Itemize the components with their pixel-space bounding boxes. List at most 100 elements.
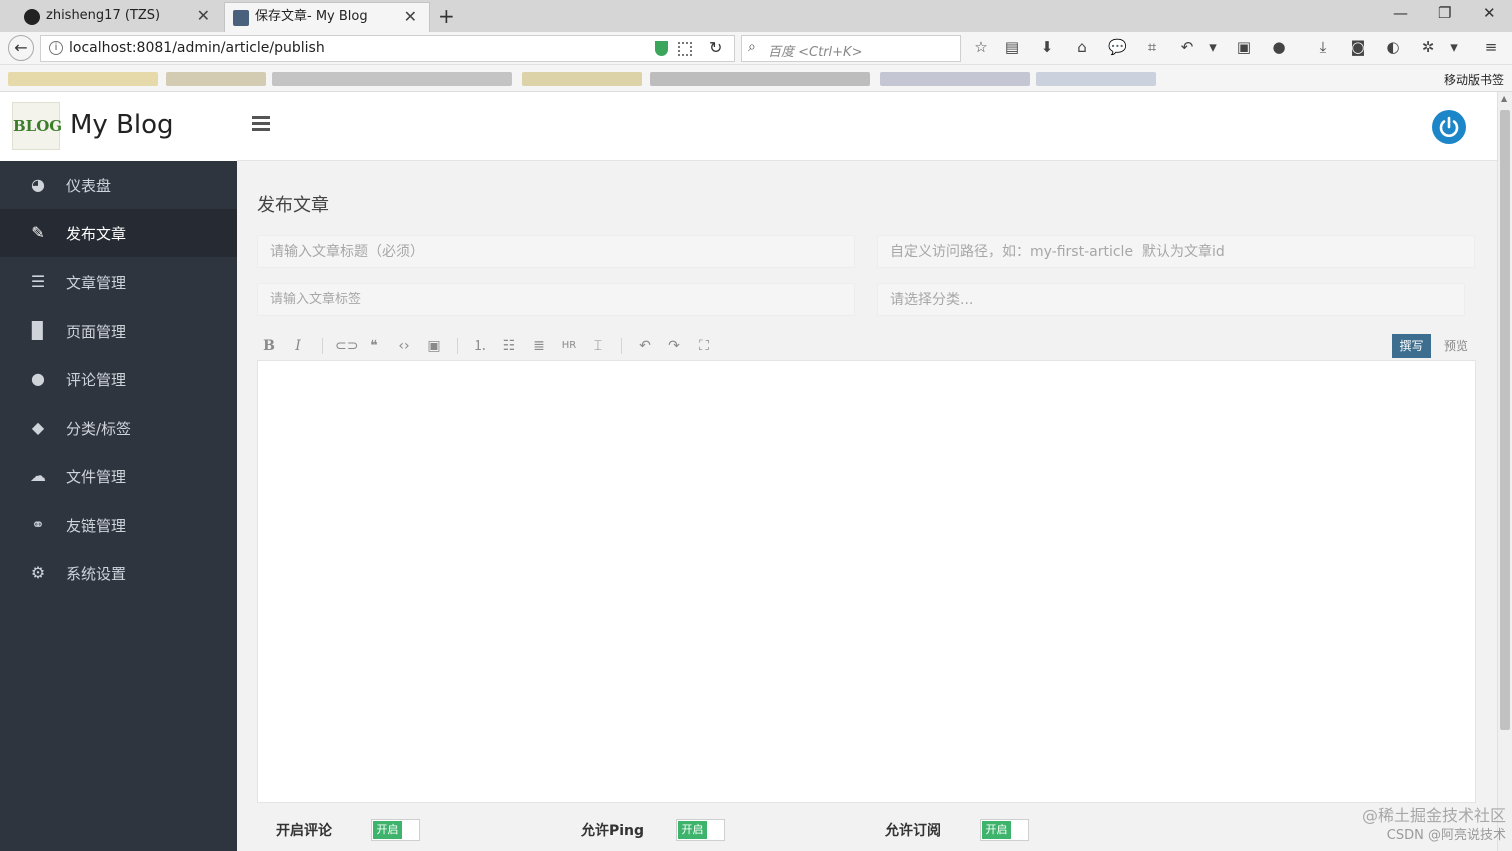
qr-code-icon[interactable] xyxy=(678,42,692,56)
watermark-line-1: @稀土掘金技术社区 xyxy=(1361,806,1506,825)
download-icon[interactable]: ⬇ xyxy=(1038,38,1056,56)
sidebar-item-comments[interactable]: ● 评论管理 xyxy=(0,355,237,403)
undo-icon[interactable]: ↶ xyxy=(1178,38,1196,56)
slug-input[interactable] xyxy=(878,236,1474,267)
scroll-up-icon[interactable]: ▲ xyxy=(1501,94,1507,103)
image-icon[interactable]: ▣ xyxy=(424,336,444,356)
allow-ping-label: 允许Ping xyxy=(581,823,645,839)
heading-icon[interactable]: ≣ xyxy=(529,336,549,356)
scroll-thumb[interactable] xyxy=(1500,110,1510,730)
comments-icon: ● xyxy=(31,369,45,388)
toolbar-divider xyxy=(322,338,323,354)
new-tab-button[interactable]: + xyxy=(438,4,455,28)
chevron-down-icon[interactable]: ▾ xyxy=(1204,38,1222,56)
shield-icon[interactable] xyxy=(655,41,668,56)
reload-icon[interactable]: ↻ xyxy=(709,38,722,57)
category-input[interactable] xyxy=(878,284,1464,315)
allow-feed-label: 允许订阅 xyxy=(885,823,941,839)
url-text[interactable]: localhost:8081/admin/article/publish xyxy=(69,40,325,56)
sidebar-item-settings[interactable]: ⚙ 系统设置 xyxy=(0,549,237,597)
bookmark-star-icon[interactable]: ☆ xyxy=(972,38,990,56)
unordered-list-icon[interactable]: ☷ xyxy=(499,336,519,356)
bookmark-item[interactable] xyxy=(650,72,870,86)
menu-toggle-icon[interactable] xyxy=(252,116,270,132)
close-icon[interactable]: ✕ xyxy=(197,2,210,30)
bookmark-item[interactable] xyxy=(1036,72,1156,86)
window-close-button[interactable]: ✕ xyxy=(1483,4,1496,22)
power-icon[interactable] xyxy=(1432,110,1466,144)
adblock-icon[interactable]: ● xyxy=(1270,38,1288,56)
tags-input[interactable] xyxy=(258,284,854,315)
sidebar-item-publish[interactable]: ✎ 发布文章 xyxy=(0,209,237,257)
reading-list-icon[interactable]: ▤ xyxy=(1003,38,1021,56)
title-input[interactable] xyxy=(258,236,854,267)
mask-icon[interactable]: ◙ xyxy=(1349,38,1367,56)
sidebar-item-articles[interactable]: ☰ 文章管理 xyxy=(0,258,237,306)
download-arrow-icon[interactable]: ⤓ xyxy=(1314,38,1332,56)
allow-ping-switch[interactable]: 开启 xyxy=(676,819,725,841)
browser-tab-active[interactable]: 保存文章- My Blog ✕ xyxy=(224,2,430,32)
link-icon[interactable]: ⊂⊃ xyxy=(335,336,358,356)
italic-icon[interactable]: I xyxy=(288,336,308,356)
bold-icon[interactable]: B xyxy=(259,336,279,356)
github-icon xyxy=(24,9,40,25)
gear-icon: ⚙ xyxy=(30,563,46,582)
reader-icon[interactable]: ▣ xyxy=(1235,38,1253,56)
info-icon[interactable]: i xyxy=(49,41,63,55)
back-button[interactable]: ← xyxy=(8,35,34,61)
allow-comment-switch[interactable]: 开启 xyxy=(371,819,420,841)
write-tab-button[interactable]: 撰写 xyxy=(1392,334,1431,358)
search-box[interactable]: ⌕ 百度 <Ctrl+K> xyxy=(741,35,961,62)
sidebar-item-files[interactable]: ☁ 文件管理 xyxy=(0,452,237,500)
browser-tab-github[interactable]: zhisheng17 (TZS) ✕ xyxy=(0,2,222,32)
main-content: 发布文章 B I ⊂⊃ ❝ ‹› ▣ ⒈ ☷ ≣ HR ⌶ ↶ ↷ ⛶ 撰写 预… xyxy=(237,161,1497,851)
sidebar-item-links[interactable]: ⚭ 友链管理 xyxy=(0,501,237,549)
bookmark-item[interactable] xyxy=(880,72,1030,86)
maximize-button[interactable]: ❐ xyxy=(1438,4,1451,22)
minimize-button[interactable]: — xyxy=(1393,4,1408,22)
bookmark-item[interactable] xyxy=(522,72,642,86)
sidebar: ◕ 仪表盘 ✎ 发布文章 ☰ 文章管理 ▉ 页面管理 ● 评论管理 ◆ 分类/标… xyxy=(0,161,237,851)
page-scrollbar[interactable]: ▲ xyxy=(1497,92,1512,851)
page-title: 发布文章 xyxy=(257,195,329,216)
redo-icon[interactable]: ↷ xyxy=(664,336,684,356)
switch-on-label: 开启 xyxy=(982,821,1011,839)
bookmark-item[interactable] xyxy=(166,72,266,86)
chevron-down-icon[interactable]: ▾ xyxy=(1445,38,1463,56)
editor-toolbar: B I ⊂⊃ ❝ ‹› ▣ ⒈ ☷ ≣ HR ⌶ ↶ ↷ ⛶ 撰写 预览 xyxy=(257,331,1476,361)
address-bar[interactable]: i localhost:8081/admin/article/publish ↻ xyxy=(40,35,735,62)
logo-area[interactable]: BLOG My Blog xyxy=(0,92,237,161)
markdown-editor[interactable] xyxy=(257,360,1476,803)
toolbar-divider xyxy=(621,338,622,354)
undo-icon[interactable]: ↶ xyxy=(635,336,655,356)
category-select[interactable] xyxy=(877,283,1465,316)
extension-icon[interactable]: ◐ xyxy=(1384,38,1402,56)
crop-icon[interactable]: ⌗ xyxy=(1143,38,1161,56)
file-icon: ▉ xyxy=(31,321,45,340)
sidebar-item-pages[interactable]: ▉ 页面管理 xyxy=(0,307,237,355)
sidebar-item-label: 系统设置 xyxy=(66,565,127,583)
home-icon[interactable]: ⌂ xyxy=(1073,38,1091,56)
page-break-icon[interactable]: ⌶ xyxy=(588,336,608,356)
chat-icon[interactable]: 💬 xyxy=(1108,38,1127,56)
hr-icon[interactable]: HR xyxy=(559,336,579,356)
fullscreen-icon[interactable]: ⛶ xyxy=(694,336,714,356)
sidebar-item-categories[interactable]: ◆ 分类/标签 xyxy=(0,404,237,452)
slug-field[interactable] xyxy=(877,235,1475,268)
ordered-list-icon[interactable]: ⒈ xyxy=(470,336,490,356)
tags-field[interactable] xyxy=(257,283,855,316)
title-field[interactable] xyxy=(257,235,855,268)
quote-icon[interactable]: ❝ xyxy=(364,336,384,356)
allow-feed-switch[interactable]: 开启 xyxy=(980,819,1029,841)
puzzle-icon[interactable]: ✲ xyxy=(1419,38,1437,56)
mobile-bookmarks[interactable]: 移动版书签 xyxy=(1444,71,1504,88)
close-icon[interactable]: ✕ xyxy=(404,3,417,31)
app-title[interactable]: My Blog xyxy=(70,110,174,140)
bookmark-item[interactable] xyxy=(272,72,512,86)
link-icon: ⚭ xyxy=(31,515,45,534)
sidebar-item-dashboard[interactable]: ◕ 仪表盘 xyxy=(0,161,237,209)
code-icon[interactable]: ‹› xyxy=(394,336,414,356)
hamburger-menu-icon[interactable]: ≡ xyxy=(1482,38,1500,56)
bookmark-item[interactable] xyxy=(8,72,158,86)
preview-tab-button[interactable]: 预览 xyxy=(1437,334,1475,358)
